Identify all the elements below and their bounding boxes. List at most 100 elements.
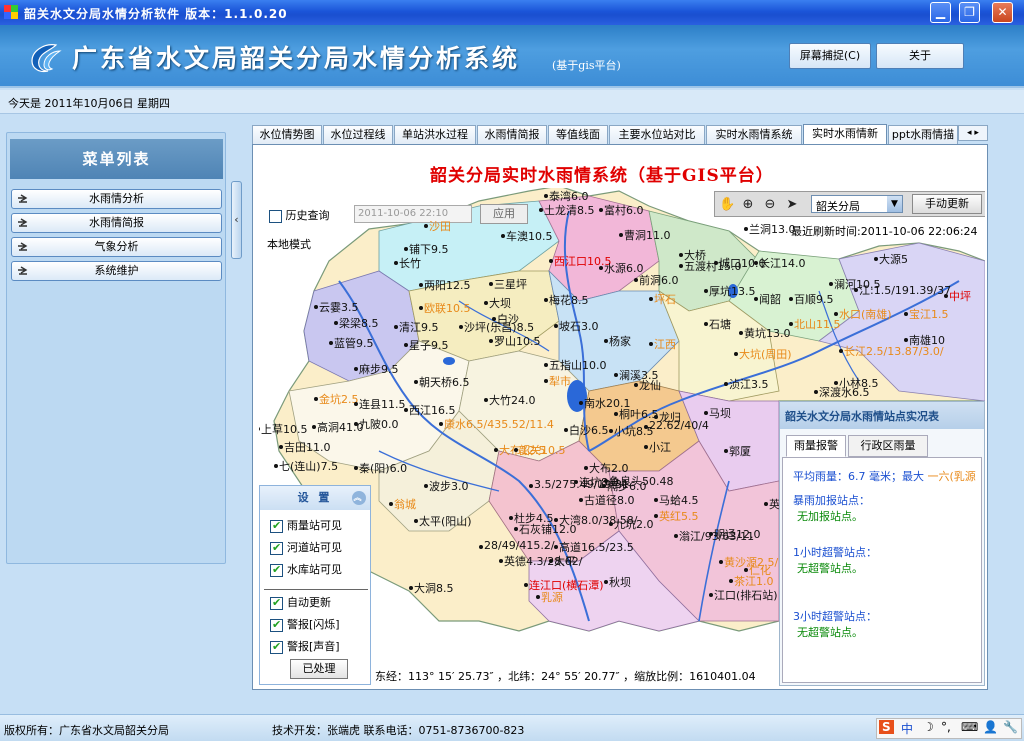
station-label[interactable]: 梁梁8.5 [339,315,379,331]
pointer-icon[interactable]: ➤ [784,197,800,213]
station-label[interactable]: 杨家 [609,333,631,349]
ime-toolbar[interactable]: S 中 ☽ °, ⌨ 👤 🔧 [876,718,1022,739]
station-label[interactable]: 郭厦 [729,443,751,459]
station-marker[interactable] [499,559,503,563]
station-label[interactable]: 吉田11.0 [284,439,331,455]
station-marker[interactable] [614,412,618,416]
tab-rain-alarm[interactable]: 雨量报警 [786,435,846,457]
station-marker[interactable] [414,380,418,384]
hand-icon[interactable]: ✋ [719,197,735,213]
station-marker[interactable] [494,448,498,452]
station-marker[interactable] [854,288,858,292]
station-label[interactable]: 蓝管9.5 [334,335,374,351]
station-marker[interactable] [394,261,398,265]
station-marker[interactable] [354,402,358,406]
station-marker[interactable] [904,312,908,316]
wrench-icon[interactable]: 🔧 [1003,720,1018,734]
station-marker[interactable] [439,422,443,426]
manual-refresh-button[interactable]: 手动更新 [912,194,982,214]
station-marker[interactable] [829,282,833,286]
station-marker[interactable] [419,283,423,287]
station-marker[interactable] [404,247,408,251]
station-marker[interactable] [714,261,718,265]
station-marker[interactable] [584,466,588,470]
station-marker[interactable] [814,390,818,394]
option-alarm-flash[interactable]: 警报[闪烁] [270,616,340,632]
station-label[interactable]: 石灰铺12.0 [519,521,577,537]
station-label[interactable]: 大洞8.5 [414,580,454,596]
station-marker[interactable] [389,502,393,506]
station-marker[interactable] [604,339,608,343]
station-marker[interactable] [509,516,513,520]
station-label[interactable]: 浈江3.5 [729,376,769,392]
station-label[interactable]: 连县11.5 [359,396,406,412]
station-marker[interactable] [839,349,843,353]
station-marker[interactable] [944,294,948,298]
tab-water-level-process[interactable]: 水位过程线 [323,125,393,144]
station-marker[interactable] [354,367,358,371]
station-label[interactable]: 江西 [654,336,676,352]
station-marker[interactable] [424,224,428,228]
station-marker[interactable] [609,429,613,433]
station-marker[interactable] [579,498,583,502]
checkbox[interactable] [270,618,283,632]
station-marker[interactable] [554,324,558,328]
station-marker[interactable] [874,257,878,261]
close-button[interactable]: ✕ [992,2,1013,23]
gis-map[interactable]: 韶关分局实时水雨情系统（基于GIS平台） ✋ ⊕ ⊖ ➤ 韶关分局 ▼ 手动更新… [259,151,985,686]
station-marker[interactable] [544,194,548,198]
station-marker[interactable] [549,559,553,563]
station-label[interactable]: 22.62/40/4 [649,419,709,432]
station-marker[interactable] [549,259,553,263]
checkbox[interactable] [270,519,283,533]
station-marker[interactable] [314,305,318,309]
station-label[interactable]: 坪石 [654,291,676,307]
station-marker[interactable] [634,383,638,387]
station-marker[interactable] [709,593,713,597]
menu-item-weather-analysis[interactable]: 气象分析 [11,237,222,257]
tab-ppt-report[interactable]: ppt水雨情描 [888,125,958,144]
station-label[interactable]: 犁市 [549,373,571,389]
station-marker[interactable] [704,289,708,293]
station-marker[interactable] [679,253,683,257]
station-label[interactable]: 秋坝 [609,574,631,590]
station-label[interactable]: 三星坪 [494,276,527,292]
station-marker[interactable] [334,321,338,325]
station-label[interactable]: 坡石3.0 [559,318,599,334]
menu-item-water-rain-brief[interactable]: 水雨情简报 [11,213,222,233]
station-marker[interactable] [719,560,723,564]
tab-scroll-arrows[interactable]: ◂ ▸ [958,125,988,141]
station-marker[interactable] [734,352,738,356]
station-marker[interactable] [754,261,758,265]
checkbox[interactable] [270,563,283,577]
station-marker[interactable] [604,580,608,584]
title-bar[interactable]: 韶关水文分局水情分析软件 版本：1.1.0.20 ▁ ❐ ✕ [0,0,1024,25]
station-marker[interactable] [274,464,278,468]
checkbox[interactable] [270,640,283,654]
history-apply-button[interactable]: 应用 [480,204,528,224]
station-marker[interactable] [704,322,708,326]
station-label[interactable]: 前洞6.0 [639,272,679,288]
station-marker[interactable] [419,306,423,310]
station-marker[interactable] [649,342,653,346]
collapse-panel-button[interactable]: ‹ [231,181,242,259]
station-marker[interactable] [489,339,493,343]
station-label[interactable]: 星子9.5 [409,337,449,353]
station-marker[interactable] [514,527,518,531]
station-marker[interactable] [414,519,418,523]
station-marker[interactable] [599,266,603,270]
station-label[interactable]: 白沙 [497,311,519,327]
station-label[interactable]: 曹洞11.0 [624,227,671,243]
station-marker[interactable] [602,484,606,488]
keyboard-icon[interactable]: ⌨ [961,720,978,734]
station-label[interactable]: 龙仙 [639,377,661,393]
moon-icon[interactable]: ☽ [923,720,934,734]
station-marker[interactable] [501,234,505,238]
checkbox[interactable] [270,596,283,610]
station-label[interactable]: 太平 [554,553,576,569]
station-marker[interactable] [619,233,623,237]
station-marker[interactable] [404,408,408,412]
station-label[interactable]: 明迳12.0 [714,526,761,542]
station-label[interactable]: 大源5 [879,251,908,267]
station-label[interactable]: 上草10.5 [261,421,308,437]
